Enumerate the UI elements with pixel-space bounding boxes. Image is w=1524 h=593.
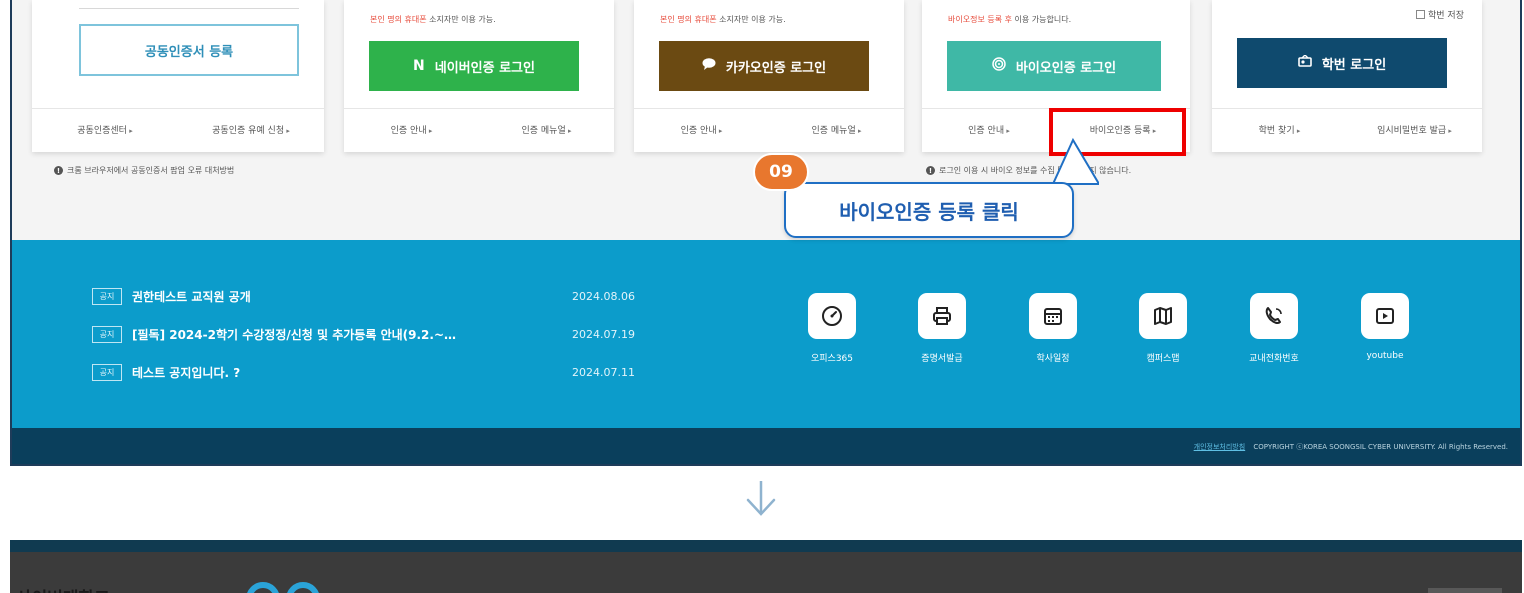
bio-note: 바이오정보 등록 후 이용 가능합니다. [948,15,1072,24]
notice-footer: 공지 권한테스트 교직원 공개 2024.08.06 공지 [필독] 2024-… [12,240,1520,428]
quick-link-label: youtube [1366,351,1404,361]
gauge-icon[interactable] [808,293,856,339]
naver-icon: N [413,58,425,74]
partial-university-name: 사이버대학교 [16,584,110,593]
student-login-label: 학번 로그인 [1321,57,1387,73]
step-number-badge: 09 [753,153,809,191]
kakao-login-button[interactable]: 카카오인증 로그인 [659,41,869,91]
divider [79,8,299,9]
kakao-guide-link[interactable]: 인증 안내 [634,109,769,152]
calendar-icon[interactable] [1029,293,1077,339]
student-links: 학번 찾기 임시비밀번호 발급 [1212,108,1482,152]
quick-link-label: 교내전화번호 [1249,354,1299,364]
info-icon: ! [54,166,63,175]
university-logo-icon [246,582,320,593]
copyright-text: 개인정보처리방침 COPYRIGHT ⓒKOREA SOONGSIL CYBER… [1194,442,1508,452]
arrow-down-icon [746,481,776,516]
login-area: 공동인증서 등록 공동인증센터 공동인증 유예 신청 본인 명의 휴대폰 소지자… [12,0,1520,240]
notice-date: 2024.07.11 [572,366,635,379]
naver-login-button[interactable]: N 네이버인증 로그인 [369,41,579,91]
bio-privacy-text: 로그인 이용 시 바이오 정보를 수집 및 저장하지 않습니다. [939,166,1132,175]
quick-link-label: 캠퍼스맵 [1146,354,1180,364]
quick-link-youtube[interactable]: youtube [1355,293,1415,361]
quick-link-office365[interactable]: 오피스365 [802,293,862,364]
certificate-register-button[interactable]: 공동인증서 등록 [79,24,299,76]
bio-guide-link[interactable]: 인증 안내 [922,109,1056,152]
top-menu-placeholder [1428,588,1502,593]
map-icon[interactable] [1139,293,1187,339]
bio-privacy-note: ! 로그인 이용 시 바이오 정보를 수집 및 저장하지 않습니다. [926,165,1131,176]
printer-icon[interactable] [918,293,966,339]
save-id-label: 학번 저장 [1428,11,1464,21]
instruction-callout: 바이오인증 등록 클릭 [784,182,1074,238]
naver-guide-link[interactable]: 인증 안내 [344,109,479,152]
copyright-footer: 개인정보처리방침 COPYRIGHT ⓒKOREA SOONGSIL CYBER… [12,428,1520,464]
quick-link-label: 학사일정 [1036,354,1070,364]
kakao-note: 본인 명의 휴대폰 소지자만 이용 가능. [660,15,786,24]
quick-link-calendar[interactable]: 학사일정 [1023,293,1083,364]
quick-link-label: 오피스365 [810,354,854,364]
privacy-policy-link[interactable]: 개인정보처리방침 [1194,443,1246,451]
checkbox-box[interactable] [1416,10,1426,19]
student-login-button[interactable]: 학번 로그인 [1237,38,1447,88]
phone-icon[interactable] [1250,293,1298,339]
fingerprint-icon [992,57,1006,75]
copyright-label: COPYRIGHT ⓒKOREA SOONGSIL CYBER UNIVERSI… [1253,443,1508,451]
info-icon: ! [926,166,935,175]
notice-item[interactable]: 공지 [필독] 2024-2학기 수강정정/신청 및 추가등록 안내(9.2.~… [92,326,635,343]
notice-title[interactable]: 테스트 공지입니다. ? [132,364,572,381]
naver-manual-link[interactable]: 인증 메뉴얼 [479,109,614,152]
find-id-link[interactable]: 학번 찾기 [1212,109,1347,152]
kakao-login-label: 카카오인증 로그인 [725,60,827,76]
certificate-links: 공동인증센터 공동인증 유예 신청 [32,108,324,152]
notice-title[interactable]: 권한테스트 교직원 공개 [132,288,572,305]
notice-date: 2024.07.19 [572,328,635,341]
quick-link-campus-map[interactable]: 캠퍼스맵 [1133,293,1193,364]
naver-login-label: 네이버인증 로그인 [434,60,535,76]
quick-link-certificate[interactable]: 증명서발급 [912,293,972,364]
bio-login-button[interactable]: 바이오인증 로그인 [947,41,1161,91]
save-id-checkbox[interactable]: 학번 저장 [1416,8,1464,21]
next-screen-preview: 사이버대학교 [10,540,1522,593]
student-id-icon [1298,54,1312,71]
quick-link-label: 증명서발급 [921,354,963,364]
chrome-note-text: 크롬 브라우저에서 공동인증서 팝업 오류 대처방법 [67,166,235,175]
kakao-manual-link[interactable]: 인증 메뉴얼 [769,109,904,152]
quick-link-phone[interactable]: 교내전화번호 [1244,293,1304,364]
notice-item[interactable]: 공지 권한테스트 교직원 공개 2024.08.06 [92,288,635,305]
notice-tag: 공지 [92,288,122,305]
login-page-screenshot: 공동인증서 등록 공동인증센터 공동인증 유예 신청 본인 명의 휴대폰 소지자… [10,0,1522,466]
notice-tag: 공지 [92,364,122,381]
bio-login-label: 바이오인증 로그인 [1015,60,1117,76]
speech-bubble-icon [702,58,716,74]
naver-note: 본인 명의 휴대폰 소지자만 이용 가능. [370,15,496,24]
notice-title[interactable]: [필독] 2024-2학기 수강정정/신청 및 추가등록 안내(9.2.~… [132,326,572,343]
temp-password-link[interactable]: 임시비밀번호 발급 [1347,109,1482,152]
notice-date: 2024.08.06 [572,290,635,303]
kakao-links: 인증 안내 인증 메뉴얼 [634,108,904,152]
cert-grace-link[interactable]: 공동인증 유예 신청 [178,109,324,152]
chrome-popup-note[interactable]: ! 크롬 브라우저에서 공동인증서 팝업 오류 대처방법 [54,165,234,176]
certificate-card: 공동인증서 등록 공동인증센터 공동인증 유예 신청 [32,0,324,152]
play-icon[interactable] [1361,293,1409,339]
kakao-card: 본인 명의 휴대폰 소지자만 이용 가능. 카카오인증 로그인 인증 안내 인증… [634,0,904,152]
cert-center-link[interactable]: 공동인증센터 [32,109,178,152]
naver-links: 인증 안내 인증 메뉴얼 [344,108,614,152]
notice-tag: 공지 [92,326,122,343]
naver-card: 본인 명의 휴대폰 소지자만 이용 가능. N 네이버인증 로그인 인증 안내 … [344,0,614,152]
notice-item[interactable]: 공지 테스트 공지입니다. ? 2024.07.11 [92,364,635,381]
student-card: 학번 저장 학번 로그인 학번 찾기 임시비밀번호 발급 [1212,0,1482,152]
